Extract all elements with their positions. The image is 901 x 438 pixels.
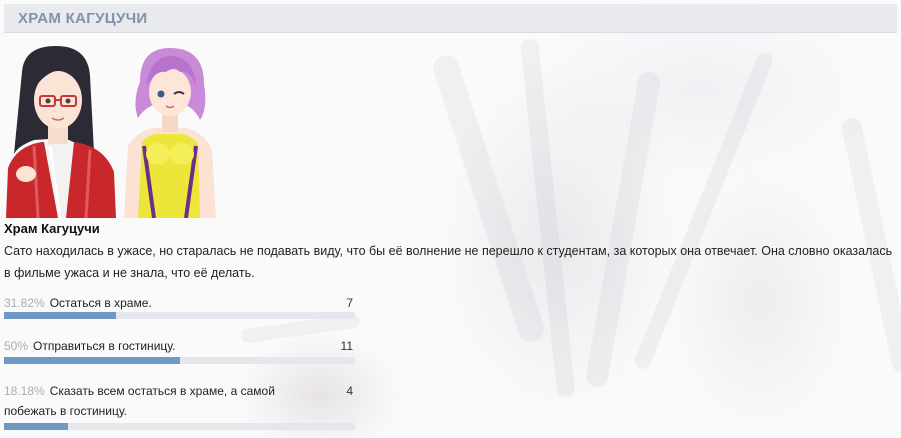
poll-option-3[interactable]: 18.18% Сказать всем остаться в храме, а с… bbox=[4, 381, 355, 430]
story-text: Сато находилась в ужасе, но старалась не… bbox=[4, 244, 893, 280]
poll-option-percent: 31.82% bbox=[4, 296, 45, 310]
poll-option-bar bbox=[4, 312, 355, 319]
poll-option-2[interactable]: 50% Отправиться в гостиницу. 11 bbox=[4, 336, 355, 364]
poll-option-bar-fill bbox=[4, 423, 68, 430]
poll-option-1[interactable]: 31.82% Остаться в храме. 7 bbox=[4, 293, 355, 319]
character-portrait-pink-hair bbox=[114, 42, 226, 219]
poll-option-bar-fill bbox=[4, 357, 180, 364]
poll-option-label: Остаться в храме. bbox=[49, 296, 152, 310]
poll-option-text: 50% Отправиться в гостиницу. bbox=[4, 336, 324, 356]
poll-option-votes: 7 bbox=[346, 296, 353, 310]
poll-option-bar bbox=[4, 357, 355, 364]
poll-option-text: 18.18% Сказать всем остаться в храме, а с… bbox=[4, 381, 304, 421]
section-header: ХРАМ КАГУЦУЧИ bbox=[4, 4, 897, 33]
poll-option-votes: 4 bbox=[346, 384, 353, 398]
character-portrait-glasses bbox=[4, 42, 116, 219]
poll-option-bar-fill bbox=[4, 312, 116, 319]
poll-option-bar bbox=[4, 423, 355, 430]
poll-option-label: Отправиться в гостиницу. bbox=[33, 339, 176, 353]
poll-option-percent: 50% bbox=[4, 339, 29, 353]
section-title: ХРАМ КАГУЦУЧИ bbox=[18, 10, 148, 27]
poll-option-text: 31.82% Остаться в храме. bbox=[4, 293, 324, 313]
poll-option-votes: 11 bbox=[340, 339, 353, 353]
poll-option-percent: 18.18% bbox=[4, 384, 45, 398]
story-title: Храм Кагуцучи bbox=[4, 221, 100, 236]
